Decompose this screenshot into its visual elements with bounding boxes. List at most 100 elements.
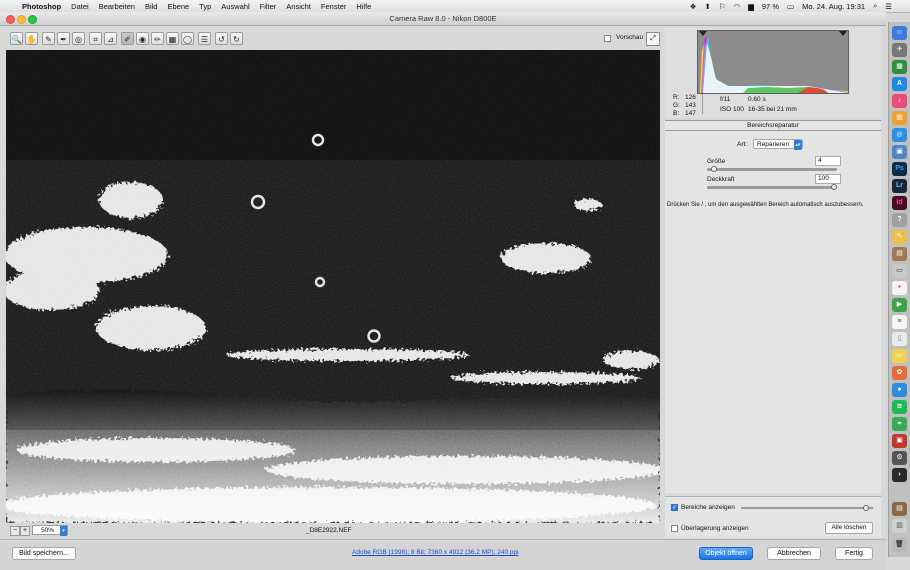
visualize-spots-slider-thumb[interactable] — [863, 505, 869, 511]
fullscreen-toggle-icon[interactable]: ⤢ — [646, 32, 660, 46]
spotlight-icon[interactable]: ⌕ — [873, 1, 877, 11]
tags-icon[interactable]: ⚐ — [719, 2, 726, 11]
itunes-icon[interactable]: ♪ — [892, 94, 907, 108]
photoshop-icon[interactable]: Ps — [892, 162, 907, 176]
help-icon[interactable]: ? — [892, 213, 907, 227]
notes-icon[interactable]: ✎ — [892, 230, 907, 244]
contacts-icon[interactable]: ▤ — [892, 247, 907, 261]
reminders-icon[interactable]: ≡ — [892, 315, 907, 329]
menu-item-bild[interactable]: Bild — [145, 2, 158, 11]
finder-icon[interactable]: ☺ — [892, 26, 907, 40]
white-balance-tool-icon[interactable]: ✎ — [42, 32, 55, 45]
window-minimize-button[interactable] — [17, 15, 26, 24]
rotate-right-icon[interactable]: ↻ — [230, 32, 243, 45]
hand-tool-icon[interactable]: ✋ — [25, 32, 38, 45]
workflow-options-link[interactable]: Adobe RGB (1998); 8 Bit; 7360 x 4912 (36… — [352, 549, 519, 556]
dropbox-icon[interactable]: ❖ — [690, 2, 697, 11]
lightroom-icon[interactable]: Lr — [892, 179, 907, 193]
photos-icon[interactable]: ✿ — [892, 366, 907, 380]
menu-item-fenster[interactable]: Fenster — [321, 2, 346, 11]
size-slider-thumb[interactable] — [711, 166, 717, 172]
menu-item-hilfe[interactable]: Hilfe — [356, 2, 371, 11]
terminal-icon[interactable]: › — [892, 468, 907, 482]
menu-item-filter[interactable]: Filter — [260, 2, 277, 11]
wifi-icon[interactable]: ◠ — [734, 2, 741, 11]
documents-stack-icon[interactable]: ▥ — [892, 519, 907, 533]
calendar-grid-icon[interactable]: ▦ — [892, 60, 907, 74]
app-store-icon[interactable]: A — [892, 77, 907, 91]
clear-all-button[interactable]: Alle löschen — [825, 522, 873, 534]
notifications-icon[interactable]: ⬆ — [705, 2, 711, 11]
preview-checkbox[interactable] — [604, 35, 611, 42]
stickies-icon[interactable]: ▭ — [892, 349, 907, 363]
photo-booth-icon[interactable]: ▣ — [892, 434, 907, 448]
rotate-left-icon[interactable]: ↺ — [215, 32, 228, 45]
preview-label: Vorschau — [616, 34, 644, 41]
system-preferences-icon[interactable]: ⚙ — [892, 451, 907, 465]
graduated-filter-icon[interactable]: ▦ — [166, 32, 179, 45]
spotify-icon[interactable]: ≋ — [892, 400, 907, 414]
histogram-graph — [700, 36, 848, 93]
window-close-button[interactable] — [6, 15, 15, 24]
zoom-out-button[interactable]: − — [10, 526, 20, 536]
safari-icon[interactable]: ◎ — [892, 128, 907, 142]
menu-item-datei[interactable]: Datei — [71, 2, 89, 11]
color-sampler-tool-icon[interactable]: ✒ — [57, 32, 70, 45]
menu-app-name[interactable]: Photoshop — [22, 2, 61, 11]
calendar-icon[interactable]: ▭ — [892, 264, 907, 278]
crop-tool-icon[interactable]: ⌗ — [89, 32, 102, 45]
shadow-clipping-icon[interactable] — [699, 31, 707, 36]
targeted-adjustment-tool-icon[interactable]: ◎ — [72, 32, 85, 45]
menu-item-auswahl[interactable]: Auswahl — [221, 2, 249, 11]
trash-icon[interactable]: 🗑 — [892, 538, 907, 552]
preferences-icon[interactable]: ☰ — [198, 32, 211, 45]
menu-item-ansicht[interactable]: Ansicht — [286, 2, 311, 11]
opacity-input[interactable]: 100 — [815, 174, 841, 184]
done-button[interactable]: Fertig — [835, 547, 873, 560]
opacity-slider[interactable] — [707, 184, 837, 190]
launchpad-icon[interactable]: ✈ — [892, 43, 907, 57]
battery-percent[interactable]: 97 % — [762, 2, 779, 11]
hint-text: Drücken Sie / , um den ausgewählten Bere… — [667, 202, 864, 208]
chevron-down-icon: ▾ — [60, 526, 67, 536]
facetime-icon[interactable]: ▶ — [892, 298, 907, 312]
textedit-icon[interactable]: ▯ — [892, 332, 907, 346]
flag-icon[interactable]: ▆ — [748, 2, 754, 11]
spot-removal-tool-icon[interactable]: ✐ — [121, 32, 134, 45]
cancel-button[interactable]: Abbrechen — [767, 547, 821, 560]
downloads-stack-icon[interactable]: ▤ — [892, 502, 907, 516]
menu-item-bearbeiten[interactable]: Bearbeiten — [99, 2, 135, 11]
window-zoom-button[interactable] — [28, 15, 37, 24]
messages-icon[interactable]: ● — [892, 383, 907, 397]
adjustment-brush-icon[interactable]: ✏ — [151, 32, 164, 45]
save-image-button[interactable]: Bild speichern... — [12, 547, 76, 560]
open-object-button[interactable]: Objekt öffnen — [699, 547, 753, 560]
zoom-tool-icon[interactable]: 🔍 — [10, 32, 23, 45]
date-icon[interactable]: • — [892, 281, 907, 295]
preview-app-icon[interactable]: ▣ — [892, 145, 907, 159]
show-spots-checkbox[interactable]: ✓ — [671, 504, 678, 511]
opacity-slider-thumb[interactable] — [831, 184, 837, 190]
zoom-in-button[interactable]: + — [20, 526, 30, 536]
notification-center-icon[interactable]: ☰ — [885, 2, 892, 11]
straighten-tool-icon[interactable]: ⊿ — [104, 32, 117, 45]
size-slider[interactable] — [707, 166, 837, 172]
maps-icon[interactable]: ⌖ — [892, 417, 907, 431]
visualize-spots-slider[interactable] — [741, 505, 873, 511]
type-select[interactable]: Reparieren ▴▾ — [753, 139, 803, 150]
red-eye-tool-icon[interactable]: ◉ — [136, 32, 149, 45]
zoom-level-select[interactable]: 50% ▾ — [32, 525, 68, 536]
indesign-icon[interactable]: Id — [892, 196, 907, 210]
menu-item-ebene[interactable]: Ebene — [167, 2, 189, 11]
lens-value: 16-35 bei 21 mm — [748, 106, 797, 113]
menu-clock[interactable]: Mo. 24. Aug. 19:31 — [802, 2, 865, 11]
menu-item-typ[interactable]: Typ — [199, 2, 211, 11]
ibooks-icon[interactable]: ▥ — [892, 111, 907, 125]
show-overlay-checkbox[interactable] — [671, 525, 678, 532]
info-divider — [702, 94, 703, 114]
size-input[interactable]: 4 — [815, 156, 841, 166]
highlight-clipping-icon[interactable] — [839, 31, 847, 36]
radial-filter-icon[interactable]: ◯ — [181, 32, 194, 45]
shutter-value: 0.60 s — [748, 96, 766, 103]
image-preview[interactable] — [6, 50, 660, 523]
